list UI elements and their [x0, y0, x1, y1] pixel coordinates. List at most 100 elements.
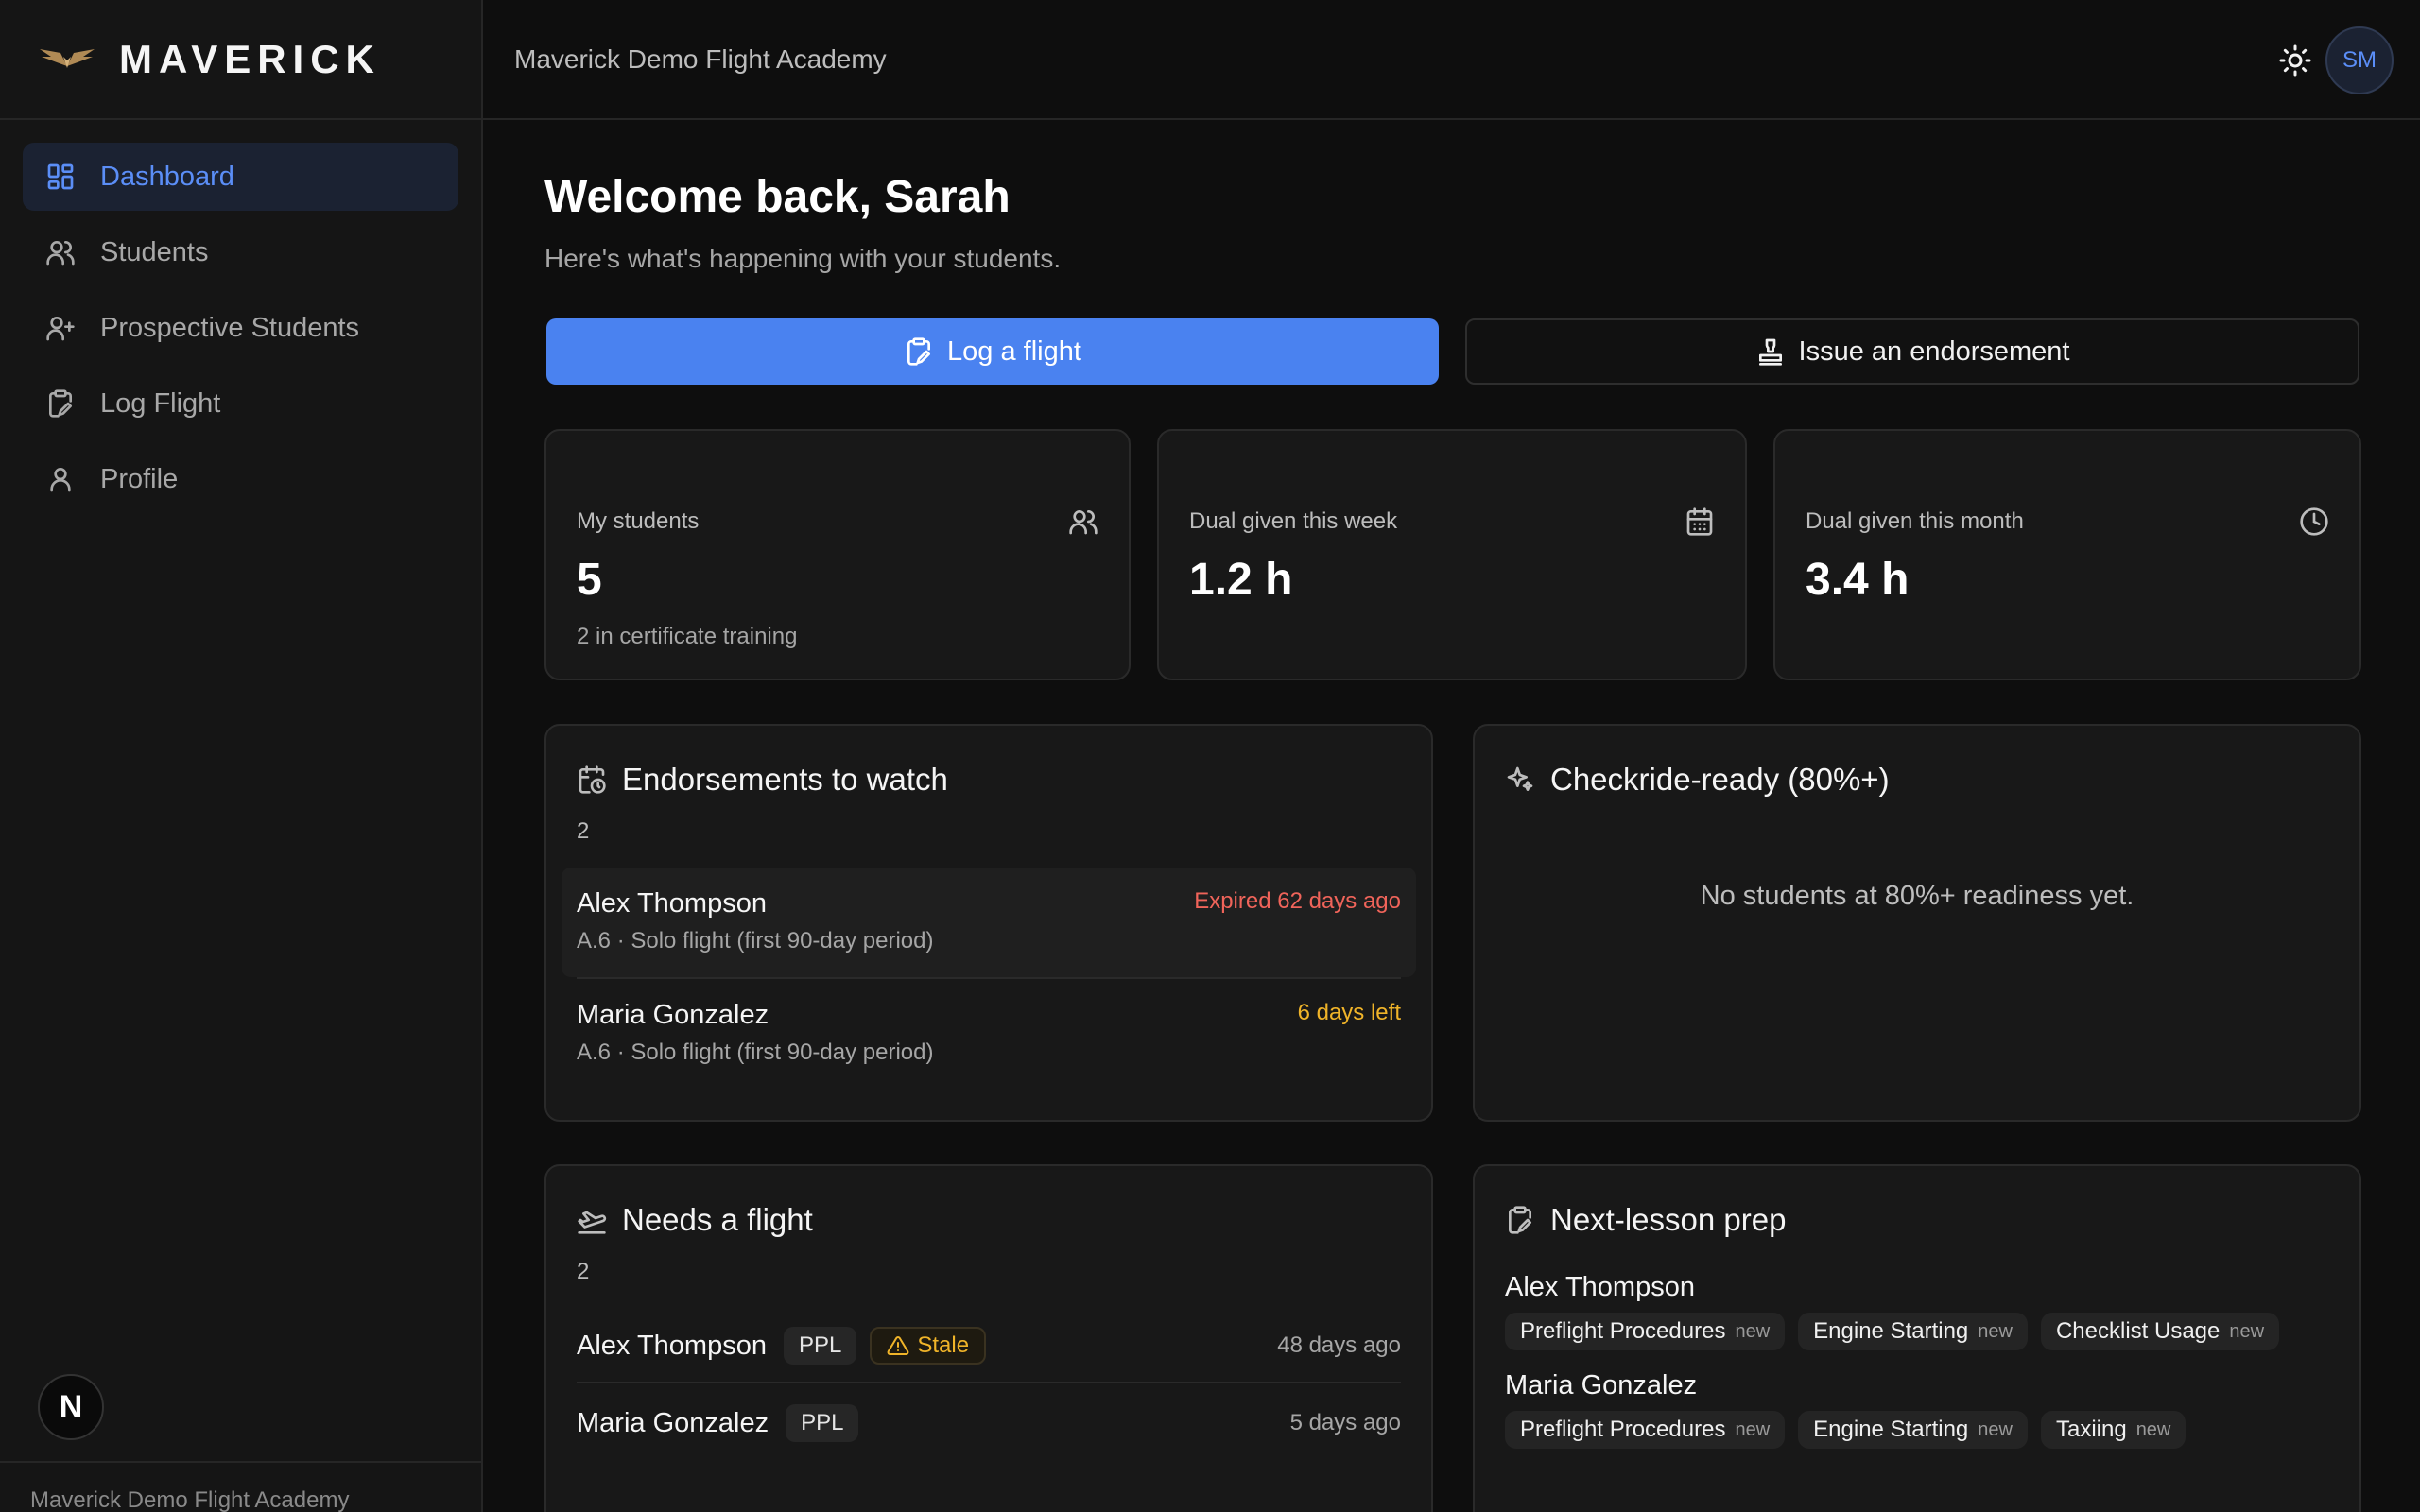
stat-card-dual-month: Dual given this month 3.4 h [1773, 429, 2361, 680]
sidebar-footer-org: Maverick Demo Flight Academy [0, 1461, 481, 1512]
sidebar-item-dashboard[interactable]: Dashboard [23, 143, 458, 211]
issue-endorsement-label: Issue an endorsement [1798, 335, 2070, 367]
lesson-tag[interactable]: Engine Starting new [1798, 1411, 2028, 1449]
lesson-tag[interactable]: Checklist Usage new [2040, 1313, 2280, 1350]
sidebar-item-label: Log Flight [100, 387, 221, 419]
tag-new-badge: new [2229, 1320, 2265, 1342]
sidebar: MAVERICK Dashboard Students Prospective … [0, 0, 483, 1512]
endorsement-row[interactable]: Maria Gonzalez A.6 · Solo flight (first … [562, 979, 1416, 1089]
sidebar-item-students[interactable]: Students [23, 218, 458, 286]
endorsement-row[interactable]: Alex Thompson A.6 · Solo flight (first 9… [562, 868, 1416, 977]
panel-count: 2 [577, 1259, 590, 1284]
theme-toggle-button[interactable] [2276, 42, 2314, 79]
lesson-tag[interactable]: Preflight Procedures new [1505, 1411, 1786, 1449]
user-avatar[interactable]: SM [2325, 26, 2394, 94]
stale-label: Stale [917, 1332, 970, 1358]
prep-student: Alex Thompson Preflight Procedures new En… [1505, 1272, 2329, 1350]
topbar: Maverick Demo Flight Academy SM [483, 0, 2420, 120]
stat-sub: 2 in certificate training [577, 624, 798, 649]
sidebar-item-prospective-students[interactable]: Prospective Students [23, 294, 458, 362]
tag-new-badge: new [1735, 1320, 1771, 1342]
student-name[interactable]: Maria Gonzalez [1505, 1370, 2329, 1401]
empty-state-message: No students at 80%+ readiness yet. [1700, 881, 2135, 911]
user-plus-icon [46, 317, 75, 341]
tag-label: Engine Starting [1813, 1318, 1969, 1344]
clock-icon [2300, 507, 2328, 536]
main-content: Welcome back, Sarah Here's what's happen… [544, 120, 2361, 1512]
endorsement-status-warning: 6 days left [1297, 1000, 1401, 1025]
users-icon [1069, 510, 1098, 535]
panel-title: Endorsements to watch [622, 762, 948, 797]
clipboard-pen-icon [1509, 1206, 1531, 1234]
stat-label: My students [577, 508, 700, 534]
tag-new-badge: new [1735, 1418, 1771, 1440]
calendar-clock-icon [579, 765, 606, 794]
student-name[interactable]: Alex Thompson [1505, 1272, 2329, 1303]
last-flight-ago: 5 days ago [1289, 1410, 1401, 1435]
panel-title: Needs a flight [622, 1202, 813, 1237]
lesson-tag[interactable]: Taxiing new [2040, 1411, 2187, 1449]
tag-label: Preflight Procedures [1520, 1318, 1726, 1344]
clipboard-pen-icon [49, 389, 72, 418]
student-name: Maria Gonzalez [577, 1000, 769, 1030]
log-flight-label: Log a flight [947, 335, 1081, 367]
users-icon [46, 240, 75, 266]
prep-tags: Preflight Procedures new Engine Starting n… [1505, 1313, 2329, 1350]
student-name: Alex Thompson [577, 888, 767, 919]
sparkles-icon [1507, 766, 1533, 791]
student-name: Alex Thompson [577, 1330, 767, 1361]
next-lesson-prep-panel: Next-lesson prep Alex Thompson Preflight… [1473, 1164, 2361, 1512]
stat-card-dual-week: Dual given this week 1.2 h [1157, 429, 1747, 680]
warning-triangle-icon [887, 1335, 909, 1355]
tag-new-badge: new [2135, 1418, 2171, 1440]
sidebar-item-label: Prospective Students [100, 312, 360, 343]
needs-flight-row[interactable]: Alex Thompson PPL Stale 48 days ago [577, 1317, 1401, 1374]
brand[interactable]: MAVERICK [0, 0, 481, 120]
maverick-wings-logo-icon [40, 48, 95, 68]
stat-value: 1.2 h [1189, 555, 1293, 605]
stat-value: 5 [577, 555, 602, 605]
tag-label: Taxiing [2055, 1417, 2127, 1442]
panel-count: 2 [577, 818, 590, 844]
lesson-tag[interactable]: Engine Starting new [1798, 1313, 2028, 1350]
needs-flight-row[interactable]: Maria Gonzalez PPL 5 days ago [577, 1395, 1401, 1452]
log-flight-button[interactable]: Log a flight [546, 318, 1439, 385]
page-subtitle: Here's what's happening with your studen… [544, 244, 1062, 273]
tag-new-badge: new [1978, 1320, 2013, 1342]
plane-takeoff-icon [578, 1211, 607, 1234]
checkride-ready-panel: Checkride-ready (80%+) No students at 80… [1473, 724, 2361, 1122]
sidebar-item-profile[interactable]: Profile [23, 445, 458, 513]
stamp-icon [1758, 338, 1782, 366]
brand-name: MAVERICK [119, 36, 381, 81]
clipboard-pen-icon [908, 337, 931, 366]
row-divider [577, 1382, 1401, 1383]
nextjs-badge[interactable]: N [38, 1374, 104, 1440]
tag-new-badge: new [1978, 1418, 2013, 1440]
prep-student: Maria Gonzalez Preflight Procedures new E… [1505, 1370, 2329, 1449]
endorsement-desc: A.6 · Solo flight (first 90-day period) [577, 1040, 934, 1065]
page-title: Welcome back, Sarah [544, 172, 1011, 222]
sidebar-item-label: Dashboard [100, 161, 234, 192]
cert-badge: PPL [786, 1404, 859, 1442]
cert-badge: PPL [783, 1327, 857, 1365]
stat-value: 3.4 h [1806, 555, 1910, 605]
user-icon [50, 468, 71, 492]
student-name: Maria Gonzalez [577, 1407, 769, 1438]
stale-badge: Stale [870, 1327, 987, 1365]
stat-label: Dual given this week [1189, 508, 1398, 534]
stat-card-my-students[interactable]: My students 5 2 in certificate training [544, 429, 1131, 680]
sidebar-nav: Dashboard Students Prospective Students … [0, 120, 481, 543]
panel-title: Next-lesson prep [1550, 1202, 1787, 1237]
calendar-icon [1686, 507, 1713, 536]
sun-icon [2279, 44, 2311, 77]
quick-actions: Log a flight Issue an endorsement [546, 318, 2360, 385]
org-name: Maverick Demo Flight Academy [514, 43, 887, 74]
sidebar-item-label: Students [100, 236, 209, 267]
lesson-tag[interactable]: Preflight Procedures new [1505, 1313, 1786, 1350]
issue-endorsement-button[interactable]: Issue an endorsement [1465, 318, 2360, 385]
sidebar-item-log-flight[interactable]: Log Flight [23, 369, 458, 438]
needs-flight-panel: Needs a flight 2 Alex Thompson PPL Stale… [544, 1164, 1433, 1512]
stat-label: Dual given this month [1806, 508, 2024, 534]
last-flight-ago: 48 days ago [1277, 1332, 1401, 1358]
prep-tags: Preflight Procedures new Engine Starting n… [1505, 1411, 2329, 1449]
